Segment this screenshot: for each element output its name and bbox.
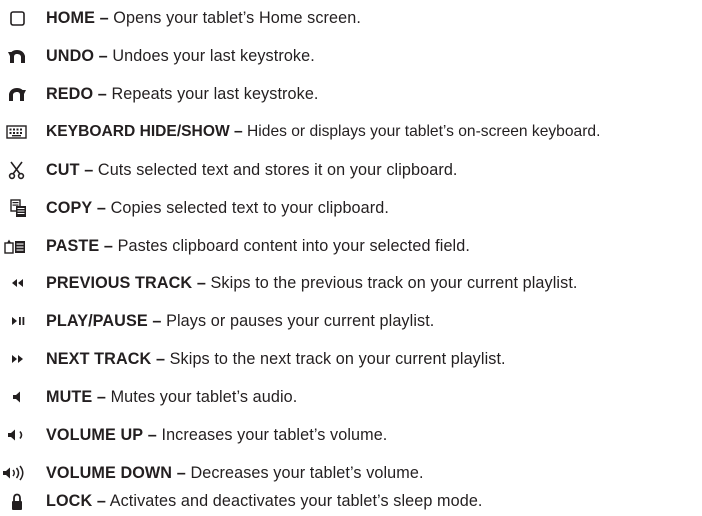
previous-track-icon [2, 272, 28, 294]
separator: – [176, 464, 186, 482]
list-item-volume-up: VOLUME UP – Increases your tablet’s volu… [0, 420, 702, 450]
paste-icon [2, 235, 28, 257]
list-item-next-track: NEXT TRACK – Skips to the next track on … [0, 344, 702, 374]
item-description: Increases your tablet’s volume. [161, 426, 388, 444]
list-item-mute: MUTE – Mutes your tablet’s audio. [0, 382, 702, 412]
separator: – [155, 350, 166, 368]
item-description: Copies selected text to your clipboard. [110, 199, 389, 217]
list-item-cut: CUT – Cuts selected text and stores it o… [0, 155, 702, 185]
item-label: HOME [46, 9, 95, 27]
item-description: Repeats your last keystroke. [111, 85, 319, 103]
item-label: NEXT TRACK [46, 350, 152, 368]
separator: – [97, 85, 107, 103]
copy-icon [2, 197, 28, 219]
volume-high-icon [2, 462, 28, 484]
separator: – [234, 123, 243, 140]
item-label: PLAY/PAUSE [46, 312, 148, 330]
home-icon [2, 7, 28, 29]
keyboard-icon [2, 121, 28, 143]
item-description: Hides or displays your tablet’s on-scree… [247, 123, 601, 140]
list-item-undo: UNDO – Undoes your last keystroke. [0, 41, 702, 71]
list-item-copy: COPY – Copies selected text to your clip… [0, 193, 702, 223]
next-track-icon [2, 348, 28, 370]
item-description: Decreases your tablet’s volume. [190, 464, 424, 482]
item-description: Undoes your last keystroke. [112, 47, 315, 65]
list-item-redo: REDO – Repeats your last keystroke. [0, 79, 702, 109]
shortcut-key-list: HOME – Opens your tablet’s Home screen. … [0, 0, 702, 510]
item-label: CUT [46, 161, 80, 179]
item-label: VOLUME DOWN [46, 464, 173, 482]
item-description: Opens your tablet’s Home screen. [113, 9, 361, 27]
item-label: LOCK [46, 492, 93, 510]
item-description: Cuts selected text and stores it on your… [97, 161, 458, 179]
volume-low-icon [2, 424, 28, 446]
item-description: Plays or pauses your current playlist. [166, 312, 435, 330]
separator: – [99, 9, 109, 27]
item-label: PREVIOUS TRACK [46, 274, 193, 292]
item-description: Mutes your tablet’s audio. [110, 388, 298, 406]
list-item-play-pause: PLAY/PAUSE – Plays or pauses your curren… [0, 306, 702, 336]
play-pause-icon [2, 310, 28, 332]
separator: – [84, 161, 94, 179]
item-label: MUTE [46, 388, 93, 406]
item-label: KEYBOARD HIDE/SHOW [46, 123, 230, 140]
separator: – [152, 312, 162, 330]
separator: – [96, 199, 106, 217]
item-label: UNDO [46, 47, 95, 65]
separator: – [103, 237, 113, 255]
undo-icon [2, 45, 28, 67]
separator: – [96, 388, 106, 406]
separator: – [96, 492, 106, 510]
scissors-icon [2, 159, 28, 181]
separator: – [196, 274, 206, 292]
list-item-keyboard: KEYBOARD HIDE/SHOW – Hides or displays y… [0, 117, 702, 147]
list-item-previous-track: PREVIOUS TRACK – Skips to the previous t… [0, 268, 702, 298]
list-item-volume-down: VOLUME DOWN – Decreases your tablet’s vo… [0, 458, 702, 488]
item-label: PASTE [46, 237, 100, 255]
item-label: COPY [46, 199, 93, 217]
list-item-home: HOME – Opens your tablet’s Home screen. [0, 3, 702, 33]
separator: – [98, 47, 108, 65]
item-description: Activates and deactivates your tablet’s … [109, 492, 483, 510]
item-description: Skips to the previous track on your curr… [210, 274, 578, 292]
separator: – [147, 426, 157, 444]
item-label: VOLUME UP [46, 426, 144, 444]
list-item-lock: LOCK – Activates and deactivates your ta… [0, 486, 702, 516]
item-description: Pastes clipboard content into your selec… [117, 237, 470, 255]
redo-icon [2, 83, 28, 105]
item-label: REDO [46, 85, 94, 103]
mute-icon [2, 386, 28, 408]
list-item-paste: PASTE – Pastes clipboard content into yo… [0, 231, 702, 261]
item-description: Skips to the next track on your current … [169, 350, 506, 368]
